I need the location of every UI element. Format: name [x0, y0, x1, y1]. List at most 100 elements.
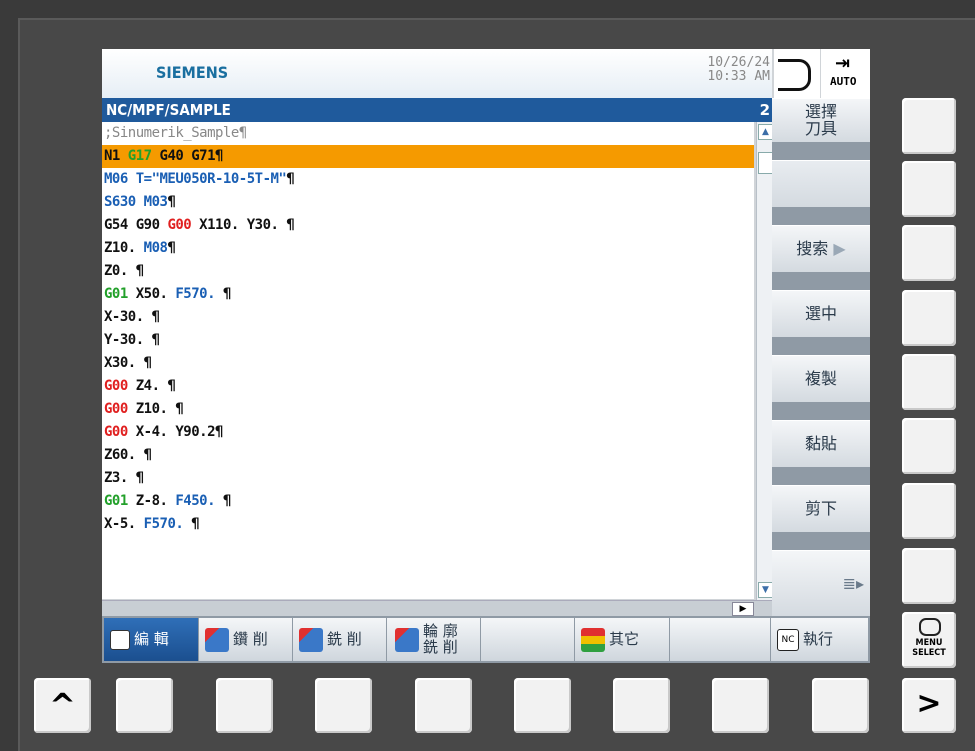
code-token: G00 — [104, 424, 128, 440]
program-line[interactable]: Z0. ¶ — [102, 260, 754, 283]
softkey-cut[interactable]: 剪下 — [772, 485, 870, 533]
hw-softkey-v4[interactable] — [902, 290, 956, 346]
softkey-mark-label: 選中 — [804, 304, 837, 323]
hmi-screen: SIEMENS 10/26/24 10:33 AM ⇥ AUTO NC/MPF/… — [102, 49, 870, 663]
horizontal-softkey-bar: 編 輯 鑽 削 銑 削 輪 廓 銑 削 其它 NC 執行 — [102, 616, 870, 663]
code-token: Z3. ¶ — [104, 470, 144, 486]
code-token: G40 G71¶ — [151, 148, 224, 164]
softkey-paste[interactable]: 黏貼 — [772, 420, 870, 468]
code-token: ¶ — [167, 194, 176, 210]
hw-softkey-v1[interactable] — [902, 98, 956, 154]
code-token: Z4. ¶ — [127, 378, 176, 394]
program-line[interactable]: N1 G17 G40 G71¶ — [102, 145, 754, 168]
code-token: ¶ — [215, 286, 231, 302]
softkey-edit[interactable]: 編 輯 — [104, 618, 198, 661]
softkey-gap — [772, 337, 870, 355]
program-line[interactable]: G01 X50. F570. ¶ — [102, 283, 754, 306]
program-editor[interactable]: ;Sinumerik_Sample¶ N1 G17 G40 G71¶ M06 T="… — [102, 122, 754, 599]
program-line[interactable]: ;Sinumerik_Sample¶ — [102, 122, 754, 145]
edit-icon — [110, 629, 130, 650]
hw-softkey-h2[interactable] — [216, 678, 273, 733]
softkey-more[interactable]: ≣▸ — [772, 550, 870, 618]
program-line[interactable]: Y-30. ¶ — [102, 329, 754, 352]
softkey-empty-h1[interactable] — [481, 618, 574, 661]
program-line[interactable]: X-5. F570. ¶ — [102, 513, 754, 536]
program-line[interactable]: Z3. ¶ — [102, 467, 754, 490]
channel-number: 2 — [759, 101, 770, 119]
softkey-contour-milling[interactable]: 輪 廓 銑 削 — [387, 618, 480, 661]
program-line[interactable]: G00 Z10. ¶ — [102, 398, 754, 421]
hw-softkey-h4[interactable] — [415, 678, 472, 733]
nc-execute-icon: NC — [777, 628, 799, 651]
etc-icon: > — [916, 686, 942, 721]
menu-select-icon — [919, 618, 941, 636]
code-token: Z10. ¶ — [127, 401, 184, 417]
hw-softkey-h7[interactable] — [712, 678, 769, 733]
code-token: Y-30. ¶ — [104, 332, 160, 348]
hw-softkey-v7[interactable] — [902, 483, 956, 539]
program-line[interactable]: M06 T="MEU050R-10-5T-M"¶ — [102, 168, 754, 191]
header-bar: SIEMENS 10/26/24 10:33 AM — [102, 49, 772, 98]
softkey-select-tool-label: 選擇 刀具 — [804, 102, 837, 138]
softkey-execute[interactable]: NC 執行 — [771, 618, 868, 661]
channel-state-icon — [774, 49, 820, 98]
scroll-thumb[interactable] — [758, 152, 773, 174]
code-token: X-30. ¶ — [104, 309, 160, 325]
code-token: G00 — [104, 378, 128, 394]
auto-arrow-icon: ⇥ — [835, 53, 851, 74]
hw-softkey-v3[interactable] — [902, 225, 956, 281]
hw-softkey-h6[interactable] — [613, 678, 670, 733]
code-token: G54 G90 — [104, 217, 168, 233]
hw-softkey-h3[interactable] — [315, 678, 372, 733]
hw-softkey-h1[interactable] — [116, 678, 173, 733]
softkey-mark[interactable]: 選中 — [772, 290, 870, 338]
program-line[interactable]: Z10. M08¶ — [102, 237, 754, 260]
program-line[interactable]: S630 M03¶ — [102, 191, 754, 214]
program-line[interactable]: G54 G90 G00 X110. Y30. ¶ — [102, 214, 754, 237]
softkey-various[interactable]: 其它 — [575, 618, 669, 661]
etc-key[interactable]: > — [902, 678, 956, 733]
code-token: S630 M03 — [104, 194, 168, 210]
softkey-select-tool[interactable]: 選擇 刀具 — [772, 98, 870, 143]
scroll-right-icon[interactable]: ▶ — [732, 602, 754, 616]
mode-label: AUTO — [830, 75, 857, 88]
program-line[interactable]: G00 X-4. Y90.2¶ — [102, 421, 754, 444]
time-text: 10:33 AM — [707, 69, 770, 84]
scroll-up-icon[interactable]: ▲ — [758, 124, 773, 140]
program-line[interactable]: G01 Z-8. F450. ¶ — [102, 490, 754, 513]
code-token: Z0. ¶ — [104, 263, 144, 279]
hw-softkey-v5[interactable] — [902, 354, 956, 410]
program-line[interactable]: Z60. ¶ — [102, 444, 754, 467]
code-token: ¶ — [167, 240, 176, 256]
softkey-various-label: 其它 — [609, 630, 640, 648]
softkey-search[interactable]: 搜索 ▶ — [772, 225, 870, 273]
recall-key[interactable]: ^ — [34, 678, 91, 733]
softkey-paste-label: 黏貼 — [804, 434, 837, 453]
horizontal-scrollbar[interactable]: ▶ — [102, 600, 772, 617]
softkey-empty-1[interactable] — [772, 160, 870, 208]
hw-softkey-h5[interactable] — [514, 678, 571, 733]
code-token: F570. — [143, 516, 184, 532]
code-token: X30. ¶ — [104, 355, 152, 371]
code-token: ¶ — [183, 516, 200, 532]
hw-softkey-v6[interactable] — [902, 418, 956, 474]
program-line[interactable]: X30. ¶ — [102, 352, 754, 375]
code-token: M08 — [143, 240, 168, 256]
hw-softkey-h8[interactable] — [812, 678, 869, 733]
softkey-empty-h2[interactable] — [670, 618, 770, 661]
hw-softkey-v8[interactable] — [902, 548, 956, 604]
softkey-gap — [772, 272, 870, 290]
program-line[interactable]: G00 Z4. ¶ — [102, 375, 754, 398]
hw-softkey-v2[interactable] — [902, 161, 956, 217]
softkey-copy[interactable]: 複製 — [772, 355, 870, 403]
menu-select-key[interactable]: MENU SELECT — [902, 612, 956, 668]
code-token: X-5. — [104, 516, 144, 532]
softkey-milling[interactable]: 銑 削 — [293, 618, 386, 661]
scroll-down-icon[interactable]: ▼ — [758, 582, 773, 598]
softkey-gap — [772, 142, 870, 160]
code-token: G00 — [104, 401, 128, 417]
vertical-scrollbar[interactable]: ▲ ▼ — [756, 122, 773, 600]
softkey-drilling[interactable]: 鑽 削 — [199, 618, 292, 661]
softkey-contour-milling-label: 輪 廓 銑 削 — [423, 622, 458, 656]
program-line[interactable]: X-30. ¶ — [102, 306, 754, 329]
